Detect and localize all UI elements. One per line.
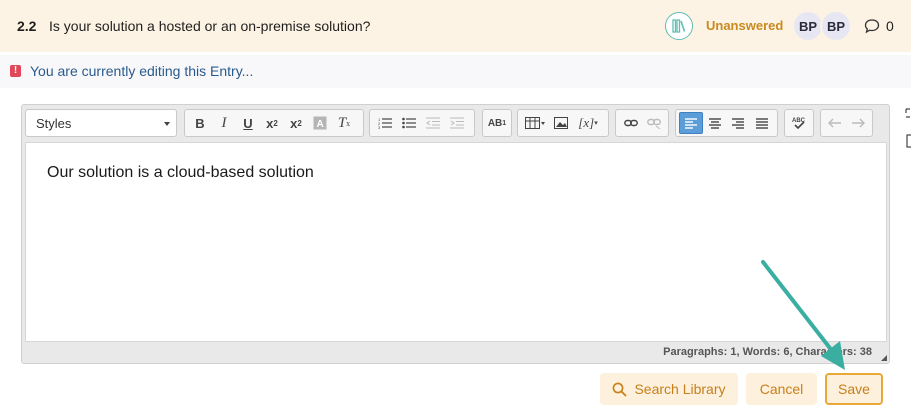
italic-icon[interactable]: I [212, 112, 236, 134]
toolbar-group-language: AB 1 [482, 109, 512, 137]
underline-icon[interactable]: U [236, 112, 260, 134]
cancel-button[interactable]: Cancel [746, 373, 817, 405]
align-center-icon[interactable] [703, 112, 727, 134]
numbered-list-icon[interactable]: 123 [373, 112, 397, 134]
remove-format-icon[interactable]: Tx [332, 112, 356, 134]
alert-icon: ! [10, 65, 21, 77]
toolbar-group-insert: [x] ▾ [517, 109, 609, 137]
placeholder-icon[interactable]: [x] ▾ [573, 112, 603, 134]
resize-handle-icon[interactable] [881, 355, 887, 361]
link-icon[interactable] [619, 112, 642, 134]
justify-icon[interactable] [750, 112, 774, 134]
align-right-icon[interactable] [727, 112, 751, 134]
question-text: Is your solution a hosted or an on-premi… [49, 18, 371, 34]
toolbar-group-links [615, 109, 669, 137]
save-label: Save [838, 381, 870, 397]
avatar[interactable]: BP [820, 10, 852, 42]
toolbar-group-align [675, 109, 778, 137]
redo-icon[interactable] [847, 112, 870, 134]
decrease-indent-icon[interactable] [421, 112, 445, 134]
superscript-icon[interactable]: x2 [284, 112, 308, 134]
undo-icon[interactable] [824, 112, 847, 134]
status-badge: Unanswered [706, 18, 784, 33]
table-icon[interactable] [521, 112, 549, 134]
image-icon[interactable] [549, 112, 573, 134]
unlink-icon[interactable] [642, 112, 665, 134]
library-icon[interactable] [665, 12, 693, 40]
bulleted-list-icon[interactable] [397, 112, 421, 134]
spellcheck-language-icon[interactable]: AB 1 [486, 112, 508, 134]
chevron-down-icon [164, 122, 170, 126]
search-library-button[interactable]: Search Library [600, 373, 738, 405]
subscript-icon[interactable]: x2 [260, 112, 284, 134]
toolbar-group-lists: 123 [369, 109, 475, 137]
editing-banner: ! You are currently editing this Entry..… [0, 55, 911, 88]
align-left-icon[interactable] [679, 112, 703, 134]
question-header: 2.2 Is your solution a hosted or an on-p… [0, 0, 911, 52]
editor-content-text[interactable]: Our solution is a cloud-based solution [47, 164, 314, 182]
styles-dropdown[interactable]: Styles [25, 109, 177, 137]
save-button[interactable]: Save [825, 373, 883, 405]
search-library-label: Search Library [634, 381, 726, 397]
comment-count[interactable]: 0 [886, 18, 894, 34]
word-count-status: Paragraphs: 1, Words: 6, Characters: 38 [663, 346, 872, 358]
spellcheck-icon[interactable]: ABC [788, 112, 810, 134]
editing-notice: You are currently editing this Entry... [30, 63, 254, 79]
svg-text:3: 3 [378, 125, 381, 129]
comment-icon[interactable] [864, 18, 880, 34]
copy-format-icon[interactable]: A [308, 112, 332, 134]
cancel-label: Cancel [759, 381, 804, 397]
toolbar-group-spellcheck: ABC [784, 109, 814, 137]
search-icon [613, 382, 628, 397]
editor-content-area[interactable]: Our solution is a cloud-based solution [25, 142, 887, 342]
bold-icon[interactable]: B [188, 112, 212, 134]
toolbar-group-basicstyles: B I U x2 x2 A Tx [184, 109, 364, 137]
increase-indent-icon[interactable] [445, 112, 469, 134]
svg-text:A: A [317, 119, 324, 130]
toolbar-group-undo [820, 109, 873, 137]
editor-toolbar: Styles B I U x2 x2 A Tx 123 AB 1 [x] ▾ A… [22, 105, 889, 143]
rich-text-editor: Styles B I U x2 x2 A Tx 123 AB 1 [x] ▾ A… [21, 104, 890, 364]
side-icons [905, 107, 911, 149]
styles-dropdown-label: Styles [36, 116, 72, 131]
question-number: 2.2 [17, 18, 37, 34]
